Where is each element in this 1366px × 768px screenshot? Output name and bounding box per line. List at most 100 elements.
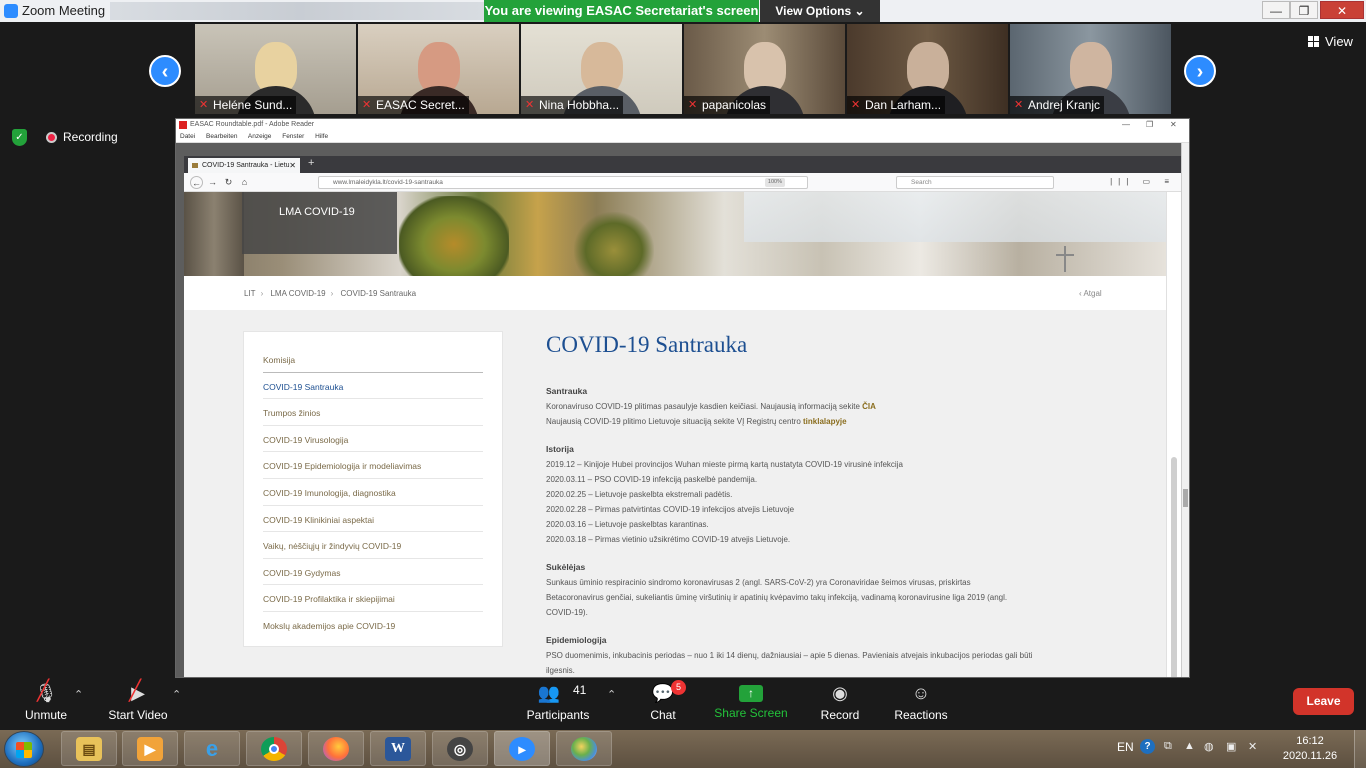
back-arrow-icon: ← <box>190 176 203 189</box>
chat-button[interactable]: 💬 5 Chat <box>644 680 686 722</box>
url-text: www.lmaleidykla.lt/covid-19-santrauka <box>333 179 443 186</box>
participants-caret-icon[interactable]: ⌃ <box>607 688 616 701</box>
volume-muted-icon[interactable]: ✕ <box>1248 740 1257 753</box>
folder-icon: ▤ <box>76 737 102 761</box>
video-options-caret-icon[interactable]: ⌃ <box>172 688 181 701</box>
history-line: 2019.12 – Kinijoje Hubei provincijos Wuh… <box>546 460 903 469</box>
view-label: View <box>1325 34 1353 49</box>
text: Naujausią COVID-19 plitimo Lietuvoje sit… <box>546 417 801 426</box>
window-title: Zoom Meeting <box>22 3 106 18</box>
participant-video[interactable]: ✕ Andrej Kranjc <box>1010 24 1171 114</box>
zoom-app-icon <box>4 4 18 18</box>
system-clock[interactable]: 16:12 2020.11.26 <box>1280 734 1340 764</box>
history-line: 2020.02.25 – Lietuvoje paskelbta ekstrem… <box>546 490 733 499</box>
section-title: Sukėlėjas <box>546 562 586 572</box>
participant-video[interactable]: ✕ papanicolas <box>684 24 845 114</box>
close-button[interactable]: ✕ <box>1320 1 1364 19</box>
media-player-icon: ▶ <box>137 737 163 761</box>
share-screen-label: Share Screen <box>714 706 788 720</box>
shared-screen: EASAC Roundtable.pdf - Adobe Reader — ❐ … <box>175 118 1190 678</box>
chevron-down-icon: ⌄ <box>854 4 865 18</box>
minimize-button[interactable]: — <box>1262 1 1290 19</box>
adobe-menu-bar: Datei Bearbeiten Anzeige Fenster Hilfe <box>176 131 1189 143</box>
video-off-icon: ▶ ╱ <box>129 680 145 703</box>
text: Koronaviruso COVID-19 plitimas pasaulyje… <box>546 402 860 411</box>
page-scroll-thumb <box>1171 457 1177 677</box>
breadcrumb-separator: › <box>260 289 264 298</box>
taskbar-app-firefox[interactable] <box>308 731 364 766</box>
record-button[interactable]: ◉ Record <box>818 682 862 722</box>
favicon-icon <box>192 163 198 168</box>
view-options-button[interactable]: View Options ⌄ <box>760 0 880 22</box>
browser-search-box: Search <box>896 176 1054 189</box>
browser-toolbar-icons: ||| ▭ ≡ <box>1110 177 1175 186</box>
taskbar-app-chrome[interactable] <box>246 731 302 766</box>
tray-monitor-icon[interactable]: ⧉ <box>1164 740 1172 753</box>
participant-video[interactable]: ✕ Nina Hobbha... <box>521 24 682 114</box>
adobe-menu-item: Datei <box>180 133 196 140</box>
main-content: COVID-19 Santrauka Santrauka Koronavirus… <box>546 320 1126 677</box>
breadcrumb-item: LIT <box>244 289 256 298</box>
sidebar-item: COVID-19 Virusologija <box>263 426 483 453</box>
taskbar-app-camera[interactable]: ◎ <box>432 731 488 766</box>
adobe-scrollbar <box>1181 143 1189 677</box>
chrome-icon <box>261 737 287 761</box>
taskbar-app-explorer[interactable]: ▤ <box>61 731 117 766</box>
show-desktop-button[interactable] <box>1354 730 1366 768</box>
mic-muted-icon: ✕ <box>688 99 698 111</box>
taskbar-app-media[interactable]: ▶ <box>122 731 178 766</box>
next-page-arrow-icon[interactable]: › <box>1184 55 1216 87</box>
participant-video[interactable]: ✕ Heléne Sund... <box>195 24 356 114</box>
sidebar-menu: Komisija COVID-19 Santrauka Trumpos žini… <box>243 331 503 647</box>
prev-page-arrow-icon[interactable]: ‹ <box>149 55 181 87</box>
language-indicator[interactable]: EN <box>1117 740 1134 754</box>
start-video-button[interactable]: ▶ ╱ Start Video <box>104 680 172 722</box>
participant-name-tag: ✕ EASAC Secret... <box>358 96 469 114</box>
participant-name-tag: ✕ papanicolas <box>684 96 771 114</box>
reactions-label: Reactions <box>894 708 948 722</box>
participant-name: papanicolas <box>702 98 767 112</box>
adobe-close-icon: ✕ <box>1170 120 1177 129</box>
taskbar-app-word[interactable]: W <box>370 731 426 766</box>
leave-button[interactable]: Leave <box>1293 688 1354 715</box>
sidebar-item: COVID-19 Profilaktika ir skiepijimai <box>263 585 483 612</box>
participant-name: EASAC Secret... <box>376 98 465 112</box>
taskbar-app-ie[interactable]: e <box>184 731 240 766</box>
breadcrumb-item: LMA COVID-19 <box>270 289 326 298</box>
paragraph-line: Betacoronavirus genčiai, sukeliantis ūmi… <box>546 593 1008 602</box>
share-screen-button[interactable]: ↑ Share Screen <box>714 682 788 720</box>
mic-muted-icon: ✕ <box>199 99 209 111</box>
paragraph-line: Naujausią COVID-19 plitimo Lietuvoje sit… <box>546 414 1126 429</box>
title-bar-background <box>110 2 490 20</box>
security-shield-icon[interactable]: ✓ <box>12 129 27 146</box>
taskbar-app-zoom[interactable]: ▸ <box>494 731 550 766</box>
reactions-button[interactable]: ☺ Reactions <box>892 682 950 722</box>
start-button[interactable] <box>4 731 44 767</box>
action-center-icon[interactable]: ▣ <box>1226 740 1236 753</box>
windows-logo-icon <box>16 742 32 758</box>
help-icon[interactable]: ? <box>1140 739 1155 754</box>
browser-window: COVID-19 Santrauka - Lietu ✕ + ← → ↻ ⌂ w… <box>184 156 1181 677</box>
adobe-logo-icon <box>179 121 187 129</box>
participant-video[interactable]: ✕ Dan Larham... <box>847 24 1008 114</box>
paragraph-line: COVID-19). <box>546 608 588 617</box>
sidebar-item: Trumpos žinios <box>263 399 483 426</box>
reload-icon: ↻ <box>224 177 233 187</box>
view-button[interactable]: View <box>1308 34 1353 49</box>
adobe-minimize-icon: — <box>1122 120 1130 129</box>
unmute-button[interactable]: 🎙 ╱ Unmute <box>22 680 70 722</box>
show-hidden-icons-caret[interactable]: ▲ <box>1184 740 1195 752</box>
network-icon[interactable]: ◍ <box>1204 740 1214 753</box>
forward-arrow-icon: → <box>208 177 217 187</box>
participant-thumbnails: ✕ Heléne Sund... ✕ EASAC Secret... ✕ Nina H… <box>195 24 1171 114</box>
mic-muted-icon: 🎙 ╱ <box>34 680 58 703</box>
history-line: 2020.03.11 – PSO COVID-19 infekciją pask… <box>546 475 758 484</box>
adobe-title-bar: EASAC Roundtable.pdf - Adobe Reader — ❐ … <box>176 119 1189 131</box>
audio-options-caret-icon[interactable]: ⌃ <box>74 688 83 701</box>
taskbar-app-paint[interactable] <box>556 731 612 766</box>
participant-video[interactable]: ✕ EASAC Secret... <box>358 24 519 114</box>
new-tab-icon: + <box>308 157 315 169</box>
participants-icon: 👥 <box>537 683 561 703</box>
clock-time: 16:12 <box>1296 735 1324 747</box>
maximize-button[interactable]: ❐ <box>1290 1 1318 19</box>
